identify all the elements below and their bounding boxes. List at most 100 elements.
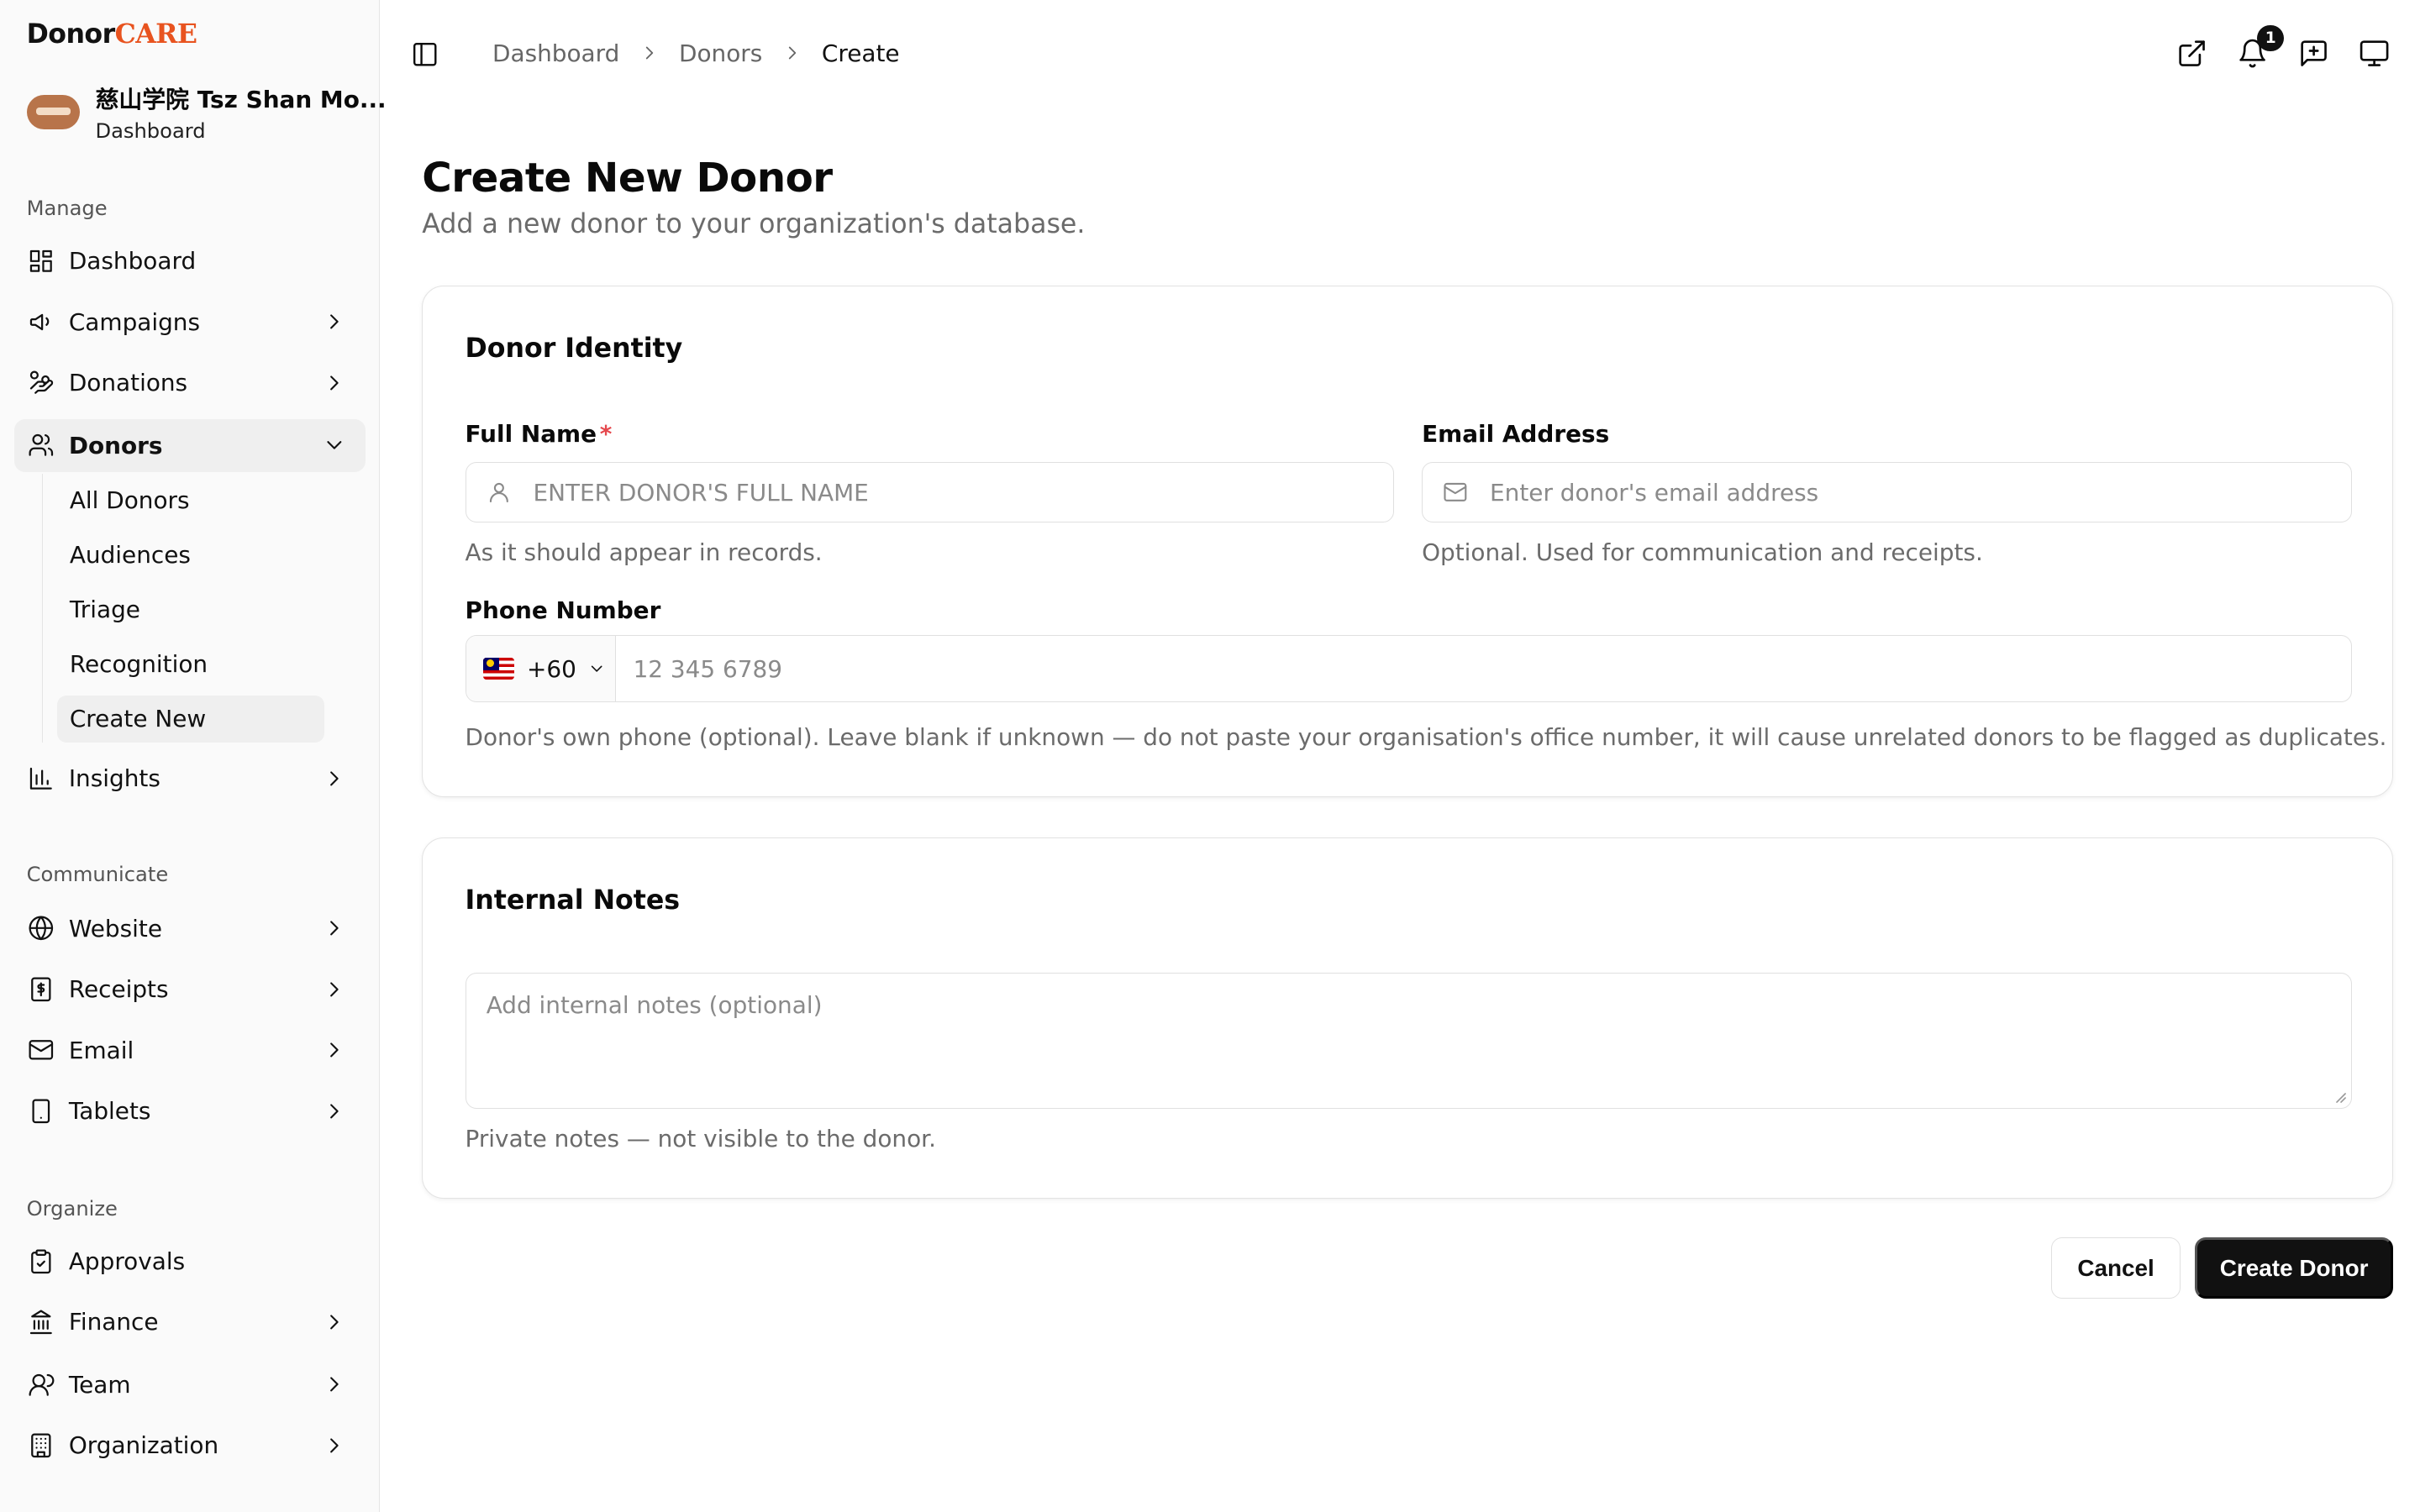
external-link-button[interactable] bbox=[2176, 38, 2211, 72]
chevron-right-icon bbox=[330, 1315, 339, 1330]
chevron-right-icon bbox=[330, 375, 339, 391]
sidebar-item-label: Campaigns bbox=[68, 307, 201, 336]
phone-label: Phone Number bbox=[465, 596, 661, 624]
sidebar-item-donors[interactable]: Donors bbox=[13, 418, 366, 472]
internal-notes-card: Internal Notes Add internal notes (optio… bbox=[422, 837, 2394, 1199]
full-name-label: Full Name * bbox=[466, 420, 613, 448]
chevron-right-icon bbox=[330, 921, 339, 936]
user-icon bbox=[28, 1372, 55, 1399]
message-plus-icon bbox=[2301, 39, 2327, 66]
users-icon bbox=[28, 432, 55, 459]
email-field[interactable]: Enter donor's email address bbox=[1422, 461, 2353, 523]
top-bar: Dashboard Donors Create 1 bbox=[380, 0, 2420, 109]
chevron-right-icon bbox=[330, 1042, 339, 1058]
full-name-label-text: Full Name bbox=[465, 419, 597, 448]
chevron-right-icon bbox=[330, 982, 339, 997]
sidebar-item-label: Finance bbox=[68, 1308, 159, 1336]
chevron-right-icon bbox=[788, 46, 796, 60]
submenu-item-all-donors[interactable]: All Donors bbox=[57, 476, 324, 523]
external-link-icon bbox=[2179, 39, 2205, 66]
internal-notes-textarea[interactable]: Add internal notes (optional) bbox=[465, 973, 2353, 1109]
brand-logo-part2: CARE bbox=[114, 18, 197, 50]
card-title-notes: Internal Notes bbox=[465, 885, 681, 916]
mail-icon bbox=[28, 1037, 55, 1063]
sidebar-item-dashboard[interactable]: Dashboard bbox=[14, 234, 366, 287]
submenu-item-recognition[interactable]: Recognition bbox=[57, 641, 324, 688]
hand-coins-icon bbox=[28, 370, 55, 396]
country-code-value: +60 bbox=[527, 654, 576, 683]
sidebar-item-label: Approvals bbox=[68, 1247, 186, 1275]
sidebar-item-email[interactable]: Email bbox=[14, 1024, 366, 1077]
brand-logo-part1: Donor bbox=[26, 19, 116, 50]
globe-icon bbox=[28, 915, 55, 942]
sidebar-item-label: Team bbox=[68, 1370, 131, 1399]
brand-logo[interactable]: DonorCARE bbox=[27, 18, 197, 50]
sidebar-item-receipts[interactable]: Receipts bbox=[14, 963, 366, 1016]
donors-submenu: All Donors Audiences Triage Recognition … bbox=[42, 473, 325, 743]
sidebar-item-label: Receipts bbox=[68, 975, 169, 1004]
email-label: Email Address bbox=[1422, 419, 1610, 448]
notes-placeholder: Add internal notes (optional) bbox=[486, 990, 823, 1019]
org-avatar bbox=[26, 95, 80, 129]
sidebar-item-website[interactable]: Website bbox=[14, 901, 366, 954]
email-placeholder: Enter donor's email address bbox=[1490, 478, 1819, 507]
malaysia-flag-icon bbox=[482, 658, 515, 680]
page-subtitle: Add a new donor to your organization's d… bbox=[422, 209, 1086, 240]
display-button[interactable] bbox=[2359, 38, 2393, 72]
feedback-button[interactable] bbox=[2298, 38, 2333, 72]
country-code-select[interactable]: +60 bbox=[466, 636, 617, 702]
chevron-right-icon bbox=[330, 314, 339, 329]
submenu-item-create-new[interactable]: Create New bbox=[56, 695, 325, 743]
donor-identity-card: Donor Identity Full Name * ENTER DONOR'S … bbox=[422, 286, 2394, 797]
submenu-item-audiences[interactable]: Audiences bbox=[57, 532, 324, 579]
sidebar-toggle-icon[interactable] bbox=[411, 40, 439, 68]
monitor-icon bbox=[2360, 39, 2389, 66]
chevron-right-icon bbox=[330, 1377, 339, 1392]
notes-help: Private notes — not visible to the donor… bbox=[465, 1124, 936, 1152]
dashboard-icon bbox=[28, 248, 55, 275]
breadcrumb-donors[interactable]: Donors bbox=[679, 39, 762, 67]
sidebar-item-label: Donations bbox=[68, 369, 188, 397]
sidebar-item-donations[interactable]: Donations bbox=[14, 356, 366, 409]
sidebar-item-label: Dashboard bbox=[68, 247, 197, 276]
resize-handle-icon[interactable] bbox=[2333, 1089, 2347, 1104]
org-switcher[interactable]: 慈山学院 Tsz Shan Mo... Dashboard bbox=[26, 81, 387, 144]
mail-icon bbox=[1444, 483, 1467, 502]
notifications-button[interactable]: 1 bbox=[2237, 24, 2285, 72]
chevron-down-icon bbox=[591, 665, 602, 672]
notification-count-badge: 1 bbox=[2257, 24, 2285, 52]
org-subtitle: Dashboard bbox=[95, 119, 206, 144]
top-actions: 1 bbox=[2176, 24, 2420, 72]
phone-help: Donor's own phone (optional). Leave blan… bbox=[465, 722, 2387, 751]
sidebar-item-organization[interactable]: Organization bbox=[14, 1419, 366, 1472]
sidebar-item-finance[interactable]: Finance bbox=[14, 1295, 366, 1348]
full-name-placeholder: ENTER DONOR'S FULL NAME bbox=[533, 478, 869, 507]
megaphone-icon bbox=[28, 308, 55, 335]
clipboard-check-icon bbox=[28, 1248, 55, 1275]
sidebar-item-insights[interactable]: Insights bbox=[14, 752, 366, 805]
sidebar-item-team[interactable]: Team bbox=[14, 1358, 366, 1411]
full-name-field[interactable]: ENTER DONOR'S FULL NAME bbox=[465, 461, 1394, 523]
sidebar-item-label: Email bbox=[68, 1036, 134, 1064]
required-asterisk: * bbox=[599, 419, 613, 448]
sidebar-item-label: Donors bbox=[68, 431, 163, 459]
sidebar-item-approvals[interactable]: Approvals bbox=[14, 1235, 366, 1288]
breadcrumb-current: Create bbox=[821, 39, 900, 67]
submenu-item-triage[interactable]: Triage bbox=[57, 586, 324, 633]
sidebar-item-label: Tablets bbox=[68, 1097, 151, 1126]
chevron-right-icon bbox=[330, 1438, 339, 1453]
sidebar-item-campaigns[interactable]: Campaigns bbox=[14, 296, 366, 349]
org-name: 慈山学院 Tsz Shan Mo... bbox=[95, 85, 387, 113]
sidebar-item-tablets[interactable]: Tablets bbox=[14, 1084, 366, 1137]
create-donor-button[interactable]: Create Donor bbox=[2195, 1237, 2394, 1299]
receipt-dollar-icon bbox=[28, 976, 55, 1003]
chevron-right-icon bbox=[645, 46, 653, 60]
page-title: Create New Donor bbox=[422, 155, 833, 202]
bar-chart-icon bbox=[28, 765, 55, 792]
cancel-button[interactable]: Cancel bbox=[2050, 1237, 2181, 1299]
breadcrumb-dashboard[interactable]: Dashboard bbox=[492, 39, 619, 67]
sidebar-item-label: Insights bbox=[68, 764, 160, 792]
phone-number-input[interactable]: 12 345 6789 bbox=[616, 655, 782, 683]
chevron-right-icon bbox=[330, 1104, 339, 1119]
breadcrumb: Dashboard Donors Create bbox=[492, 39, 900, 67]
